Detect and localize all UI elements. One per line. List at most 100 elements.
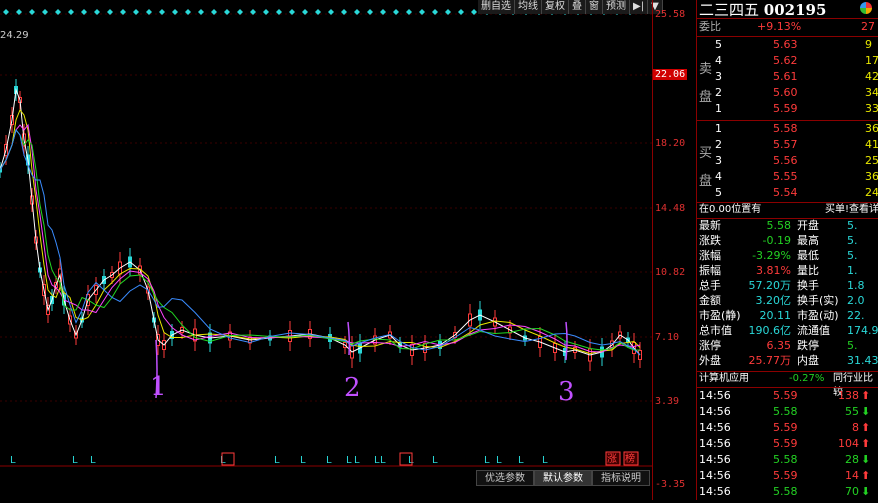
toolbar-delete-favorite[interactable]: 删自选	[478, 0, 515, 14]
event-marker[interactable]: L	[496, 455, 502, 466]
buy-order-row[interactable]: 4 5.55 36	[697, 170, 878, 184]
event-marker[interactable]: L	[518, 455, 524, 466]
quote-row: 振幅 3.81% 量比 1.	[697, 264, 878, 278]
sector-row[interactable]: 计算机应用 -0.27% 同行业比较	[697, 372, 878, 398]
toolbar-overlay[interactable]: 叠	[569, 0, 586, 14]
diamond-marker[interactable]	[107, 9, 113, 15]
tick-row: 14:56 5.59 104 ⬆	[697, 437, 878, 451]
quote-value: 6.35	[766, 339, 792, 352]
quote-label: 流通值	[797, 324, 830, 337]
kline-chart[interactable]: 123LLLLLLLLLLLLLLLLL涨榜 24.29	[0, 0, 652, 500]
event-marker[interactable]: L	[300, 455, 306, 466]
quote-value: 57.20万	[748, 279, 792, 292]
diamond-marker[interactable]	[432, 9, 438, 15]
toolbar-forecast[interactable]: 预测	[603, 0, 630, 14]
arrow-up-icon: ⬆	[861, 389, 871, 402]
diamond-marker[interactable]	[42, 9, 48, 15]
order-price: 5.61	[773, 70, 798, 83]
arrow-up-icon: ⬆	[861, 437, 871, 450]
event-marker[interactable]: L	[408, 455, 414, 466]
diamond-marker[interactable]	[198, 9, 204, 15]
event-marker[interactable]: L	[380, 455, 386, 466]
event-marker[interactable]: L	[542, 455, 548, 466]
back-icon[interactable]: ▶|	[630, 0, 649, 14]
tick-volume: 138	[838, 389, 859, 402]
order-level: 1	[715, 122, 722, 135]
event-marker[interactable]: L	[90, 455, 96, 466]
quote-label: 最高	[797, 234, 819, 247]
event-marker[interactable]: L	[10, 455, 16, 466]
event-marker[interactable]: L	[326, 455, 332, 466]
sector-name[interactable]: 计算机应用	[699, 372, 749, 386]
order-price: 5.54	[773, 186, 798, 199]
diamond-marker[interactable]	[133, 9, 139, 15]
diamond-marker[interactable]	[263, 9, 269, 15]
chart-toolbar: 删自选 均线 复权 叠 窗 预测 ▶| ▼	[478, 0, 663, 14]
diamond-marker[interactable]	[367, 9, 373, 15]
event-marker[interactable]: L	[484, 455, 490, 466]
buy-order-row[interactable]: 5 5.54 24	[697, 186, 878, 200]
moving-average-line	[0, 128, 640, 351]
kline-svg[interactable]: 1 2 3L L L L L L L L L L L L L L L L L 涨榜	[0, 0, 652, 500]
diamond-marker[interactable]	[419, 9, 425, 15]
diamond-marker[interactable]	[224, 9, 230, 15]
toolbar-window[interactable]: 窗	[586, 0, 603, 14]
diamond-marker[interactable]	[302, 9, 308, 15]
sell-order-row[interactable]: 1 5.59 33	[697, 102, 878, 116]
badge-label: 榜	[625, 452, 635, 465]
quote-row: 涨幅 -3.29% 最低 5.	[697, 249, 878, 263]
diamond-marker[interactable]	[458, 9, 464, 15]
diamond-marker[interactable]	[237, 9, 243, 15]
event-marker[interactable]: L	[354, 455, 360, 466]
tick-time: 14:56	[699, 437, 731, 450]
tab-optimized-params[interactable]: 优选参数	[476, 470, 534, 486]
tab-default-params[interactable]: 默认参数	[534, 470, 592, 486]
event-marker[interactable]: L	[220, 455, 226, 466]
diamond-marker[interactable]	[393, 9, 399, 15]
buy-order-row[interactable]: 1 5.58 36	[697, 122, 878, 136]
quote-value: 2.0	[847, 294, 865, 307]
quote-label: 跌停	[797, 339, 819, 352]
diamond-marker[interactable]	[172, 9, 178, 15]
position-right[interactable]: 买单!查看详	[825, 203, 878, 217]
buy-order-row[interactable]: 3 5.56 25	[697, 154, 878, 168]
position-row[interactable]: 在0.00位置有 买单!查看详	[697, 203, 878, 217]
sell-order-row[interactable]: 2 5.60 34	[697, 86, 878, 100]
tab-indicator-help[interactable]: 指标说明	[592, 470, 650, 486]
price-tick-highlight: 22.06	[653, 69, 688, 80]
diamond-marker[interactable]	[68, 9, 74, 15]
toolbar-moving-average[interactable]: 均线	[515, 0, 542, 14]
diamond-marker[interactable]	[354, 9, 360, 15]
event-marker[interactable]: L	[432, 455, 438, 466]
sell-order-row[interactable]: 4 5.62 17	[697, 54, 878, 68]
weibi-value: +9.13%	[757, 20, 802, 33]
moving-average-line	[0, 109, 641, 355]
chart-top-label: 24.29	[0, 30, 29, 41]
event-marker[interactable]: L	[274, 455, 280, 466]
toolbar-adjust[interactable]: 复权	[542, 0, 569, 14]
event-marker[interactable]: L	[346, 455, 352, 466]
price-tick: 18.20	[655, 138, 686, 149]
quote-row: 总市值 190.6亿 流通值 174.9	[697, 324, 878, 338]
diamond-marker[interactable]	[29, 9, 35, 15]
buy-order-row[interactable]: 2 5.57 41	[697, 138, 878, 152]
order-volume: 9	[865, 38, 872, 51]
tick-volume: 14	[845, 469, 859, 482]
order-price: 5.57	[773, 138, 798, 151]
sell-order-row[interactable]: 5 5.63 9	[697, 38, 878, 52]
diamond-marker[interactable]	[159, 9, 165, 15]
pie-icon[interactable]	[860, 2, 872, 14]
event-marker[interactable]: L	[72, 455, 78, 466]
diamond-marker[interactable]	[328, 9, 334, 15]
quote-value: 31.43	[847, 354, 878, 367]
diamond-marker[interactable]	[289, 9, 295, 15]
order-price: 5.56	[773, 154, 798, 167]
order-price: 5.62	[773, 54, 798, 67]
indicator-tabs: 优选参数 默认参数 指标说明	[476, 470, 650, 486]
diamond-marker[interactable]	[94, 9, 100, 15]
quote-value: 174.9	[847, 324, 878, 337]
diamond-marker[interactable]	[3, 9, 9, 15]
quote-row: 总手 57.20万 换手 1.8	[697, 279, 878, 293]
sell-order-row[interactable]: 3 5.61 42	[697, 70, 878, 84]
order-volume: 17	[865, 54, 878, 67]
